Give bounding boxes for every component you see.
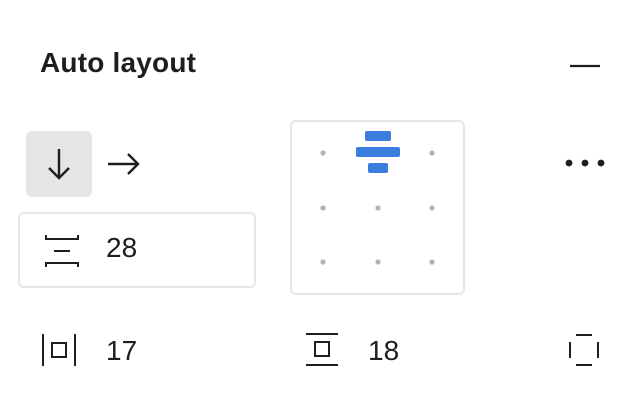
vertical-gap-icon bbox=[44, 234, 80, 268]
horizontal-padding-icon bbox=[40, 330, 80, 370]
align-top-left-dot[interactable] bbox=[320, 150, 326, 156]
more-horizontal-icon bbox=[565, 159, 605, 167]
section-title: Auto layout bbox=[40, 47, 197, 78]
gap-between-items-field[interactable]: 28 bbox=[18, 212, 256, 288]
auto-layout-panel: Auto layout 28 17 18 bbox=[0, 0, 628, 402]
align-bottom-left-dot[interactable] bbox=[320, 259, 326, 265]
direction-horizontal-button[interactable] bbox=[94, 131, 154, 197]
align-middle-center-dot[interactable] bbox=[375, 205, 381, 211]
align-bottom-right-dot[interactable] bbox=[429, 259, 435, 265]
individual-padding-icon bbox=[569, 334, 599, 366]
vertical-padding-icon bbox=[302, 330, 342, 370]
minus-icon bbox=[570, 64, 600, 68]
vertical-padding-value[interactable]: 18 bbox=[368, 335, 399, 367]
align-middle-right-dot[interactable] bbox=[429, 205, 435, 211]
direction-vertical-button[interactable] bbox=[26, 131, 92, 197]
align-bottom-center-dot[interactable] bbox=[375, 259, 381, 265]
align-top-right-dot[interactable] bbox=[429, 150, 435, 156]
alignment-grid[interactable] bbox=[290, 120, 465, 295]
more-options-button[interactable] bbox=[560, 148, 610, 178]
individual-padding-button[interactable] bbox=[564, 330, 604, 370]
arrow-right-icon bbox=[108, 153, 140, 175]
remove-auto-layout-button[interactable] bbox=[566, 52, 604, 80]
horizontal-padding-value[interactable]: 17 bbox=[106, 335, 137, 367]
arrow-down-icon bbox=[48, 149, 70, 180]
align-top-center-icon[interactable] bbox=[356, 131, 400, 173]
align-middle-left-dot[interactable] bbox=[320, 205, 326, 211]
gap-value[interactable]: 28 bbox=[106, 232, 137, 264]
